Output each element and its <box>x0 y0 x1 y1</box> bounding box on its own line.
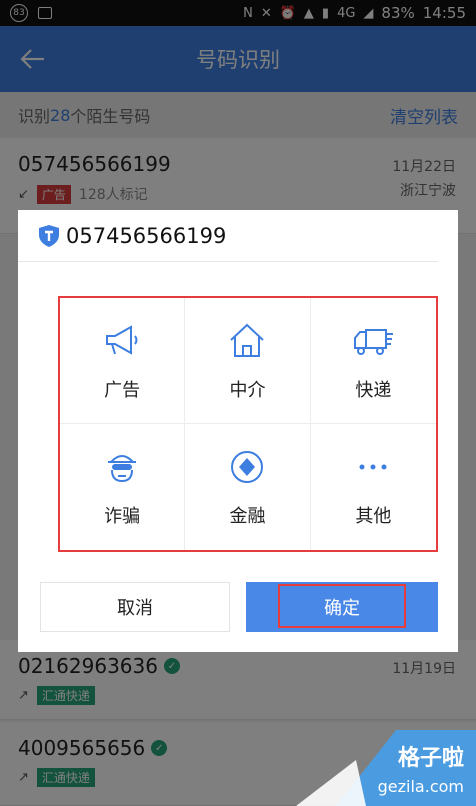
category-label: 其他 <box>355 506 392 527</box>
site-watermark: 格子啦 gezila.com <box>276 730 476 806</box>
shield-icon <box>39 224 59 247</box>
house-icon <box>230 323 265 357</box>
category-agency[interactable]: 中介 <box>185 298 311 424</box>
confirm-highlight <box>278 584 406 628</box>
dialog-header: 057456566199 <box>18 210 438 262</box>
category-grid: 广告 中介 快递 诈骗 金融 其他 <box>60 298 436 550</box>
category-finance[interactable]: 金融 <box>185 424 311 550</box>
category-express[interactable]: 快递 <box>310 298 436 424</box>
confirm-button[interactable]: 确定 <box>246 582 438 632</box>
category-fraud[interactable]: 诈骗 <box>60 424 186 550</box>
megaphone-icon <box>106 324 138 355</box>
coin-icon <box>231 451 264 483</box>
category-label: 广告 <box>104 379 141 401</box>
category-label: 快递 <box>355 379 392 401</box>
category-label: 中介 <box>229 379 266 401</box>
watermark-title: 格子啦 <box>397 746 464 771</box>
category-label: 诈骗 <box>104 506 141 527</box>
category-ad[interactable]: 广告 <box>60 298 186 424</box>
masked-person-icon <box>108 455 137 483</box>
delivery-truck-icon <box>354 328 394 355</box>
more-dots-icon <box>359 464 387 470</box>
cancel-button[interactable]: 取消 <box>40 582 230 632</box>
watermark-url: gezila.com <box>377 777 464 796</box>
category-grid-highlight: 广告 中介 快递 诈骗 金融 其他 <box>58 296 438 552</box>
dialog-phone-number: 057456566199 <box>66 223 227 248</box>
mark-number-dialog: 057456566199 广告 中介 快递 诈骗 金融 其他 取消 确定 <box>18 210 458 652</box>
category-other[interactable]: 其他 <box>311 424 436 550</box>
category-label: 金融 <box>229 506 266 527</box>
